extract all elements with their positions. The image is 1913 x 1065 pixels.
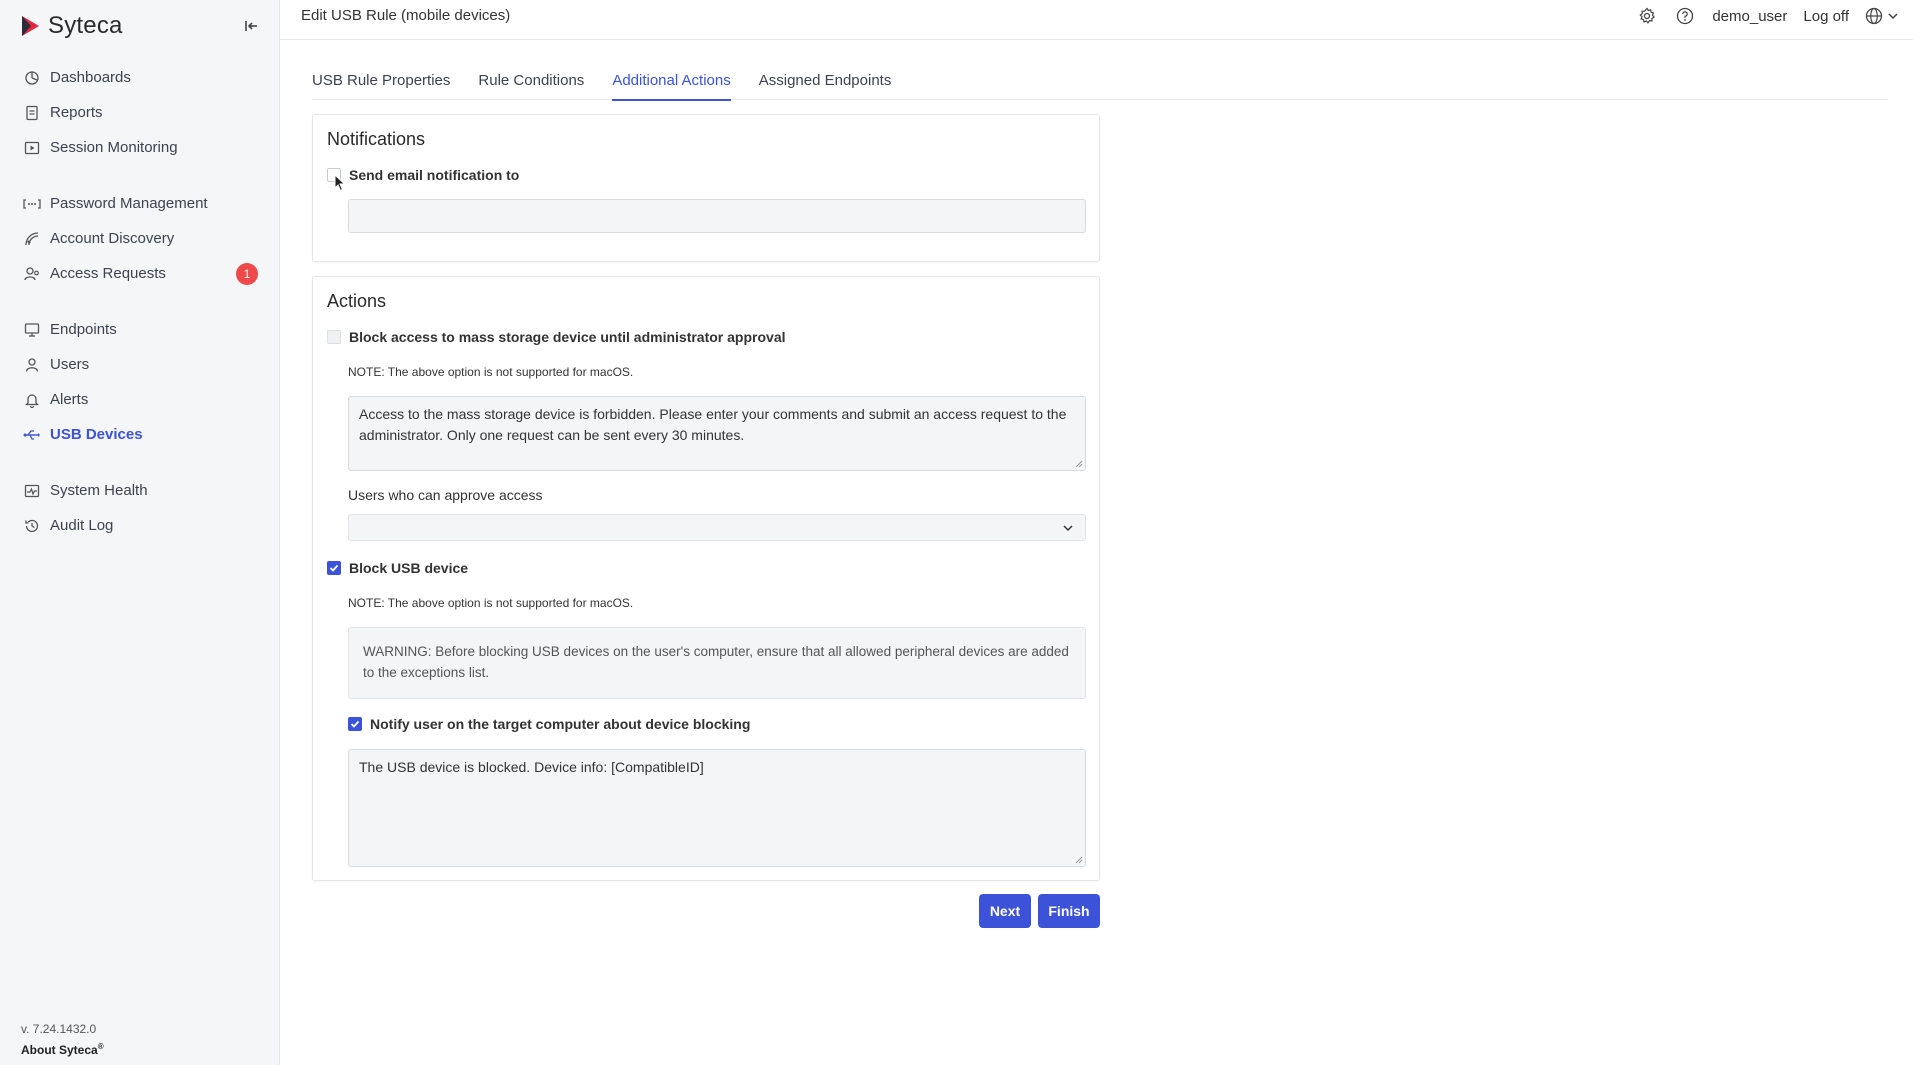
document-icon — [22, 103, 42, 123]
registered-mark: ® — [97, 1042, 104, 1051]
notify-message-text: The USB device is blocked. Device info: … — [359, 759, 704, 775]
block-usb-option[interactable]: Block USB device — [327, 560, 468, 576]
checkmark-icon — [329, 564, 339, 572]
bell-icon — [22, 390, 42, 410]
usb-icon — [22, 425, 42, 445]
tab-assigned-endpoints[interactable]: Assigned Endpoints — [745, 62, 906, 100]
send-email-label: Send email notification to — [349, 167, 520, 183]
sidebar-item-label: Endpoints — [50, 321, 117, 338]
brand-logo[interactable]: Syteca — [20, 12, 123, 40]
checkmark-icon — [350, 720, 360, 728]
about-link[interactable]: About Syteca® — [21, 1042, 104, 1057]
actions-card: Actions Block access to mass storage dev… — [312, 276, 1100, 881]
actions-title: Actions — [327, 291, 387, 311]
macos-note: NOTE: The above option is not supported … — [348, 596, 634, 610]
app-version: v. 7.24.1432.0 — [21, 1022, 97, 1036]
chevron-down-icon — [1063, 525, 1073, 532]
block-message-textarea[interactable]: Access to the mass storage device is for… — [348, 396, 1086, 471]
sidebar-item-usb-devices[interactable]: USB Devices — [0, 417, 280, 452]
tab-additional-actions[interactable]: Additional Actions — [598, 62, 744, 101]
help-icon[interactable] — [1674, 5, 1696, 27]
play-icon — [22, 138, 42, 158]
sidebar-item-label: System Health — [50, 482, 148, 499]
collapse-left-icon — [245, 21, 257, 31]
collapse-sidebar-button[interactable] — [240, 16, 262, 36]
nav-divider — [0, 165, 280, 186]
health-icon — [22, 481, 42, 501]
sidebar-item-label: Password Management — [50, 195, 208, 212]
access-requests-badge: 1 — [236, 263, 258, 285]
notify-user-option[interactable]: Notify user on the target computer about… — [348, 716, 750, 732]
sidebar-item-system-health[interactable]: System Health — [0, 473, 280, 508]
sidebar-item-label: Account Discovery — [50, 230, 175, 247]
sidebar-item-account-discovery[interactable]: Account Discovery — [0, 221, 280, 256]
user-key-icon — [22, 264, 42, 284]
notifications-title: Notifications — [327, 129, 426, 149]
logoff-link[interactable]: Log off — [1803, 8, 1849, 25]
sidebar-item-label: Session Monitoring — [50, 139, 178, 156]
history-icon — [22, 516, 42, 536]
macos-note: NOTE: The above option is not supported … — [348, 365, 634, 379]
brand-name: Syteca — [48, 12, 123, 39]
sidebar-nav: Dashboards Reports Session Monitoring Pa… — [0, 60, 280, 543]
sidebar-item-users[interactable]: Users — [0, 347, 280, 382]
usb-warning-box: WARNING: Before blocking USB devices on … — [348, 627, 1086, 699]
tab-rule-conditions[interactable]: Rule Conditions — [464, 62, 598, 100]
sidebar-item-audit-log[interactable]: Audit Log — [0, 508, 280, 543]
block-access-label: Block access to mass storage device unti… — [349, 329, 786, 345]
sidebar-item-label: Access Requests — [50, 265, 166, 282]
sidebar-item-label: Users — [50, 356, 90, 373]
sidebar-item-session-monitoring[interactable]: Session Monitoring — [0, 130, 280, 165]
sidebar-item-label: Audit Log — [50, 517, 114, 534]
sidebar-item-alerts[interactable]: Alerts — [0, 382, 280, 417]
tab-usb-rule-properties[interactable]: USB Rule Properties — [298, 62, 464, 100]
finish-button[interactable]: Finish — [1038, 894, 1100, 928]
sidebar-item-label: USB Devices — [50, 426, 143, 443]
sidebar-item-dashboards[interactable]: Dashboards — [0, 60, 280, 95]
syteca-logo-icon — [22, 16, 39, 36]
nav-divider — [0, 291, 280, 312]
approvers-label: Users who can approve access — [348, 487, 543, 503]
notify-message-textarea[interactable]: The USB device is blocked. Device info: … — [348, 749, 1086, 867]
block-usb-checkbox[interactable] — [327, 561, 341, 575]
email-recipients-input[interactable] — [348, 199, 1086, 233]
block-access-option[interactable]: Block access to mass storage device unti… — [327, 329, 786, 345]
user-icon — [22, 355, 42, 375]
sidebar-item-label: Alerts — [50, 391, 89, 408]
language-selector[interactable] — [1865, 7, 1899, 25]
dashboard-icon — [22, 68, 42, 88]
sidebar-item-access-requests[interactable]: Access Requests 1 — [0, 256, 280, 291]
password-dots-icon — [22, 194, 42, 214]
sidebar-item-label: Reports — [50, 104, 103, 121]
sidebar-item-label: Dashboards — [50, 69, 131, 86]
resize-handle-icon[interactable] — [1075, 856, 1083, 864]
monitor-icon — [22, 320, 42, 340]
mouse-cursor-icon — [334, 174, 346, 192]
sidebar: Syteca Dashboards Reports Session Monito… — [0, 0, 280, 1065]
page-title: Edit USB Rule (mobile devices) — [301, 7, 511, 24]
rule-tabs: USB Rule Properties Rule Conditions Addi… — [312, 62, 1888, 101]
radar-icon — [22, 229, 42, 249]
notify-user-checkbox[interactable] — [348, 717, 362, 731]
chevron-down-icon — [1888, 13, 1898, 20]
nav-divider — [0, 452, 280, 473]
notifications-card: Notifications Send email notification to — [312, 114, 1100, 262]
header-actions: demo_user Log off — [1636, 5, 1899, 27]
sidebar-item-reports[interactable]: Reports — [0, 95, 280, 130]
block-usb-label: Block USB device — [349, 560, 469, 576]
top-header: Edit USB Rule (mobile devices) demo_user… — [280, 0, 1913, 40]
next-button[interactable]: Next — [979, 894, 1031, 928]
block-message-text: Access to the mass storage device is for… — [359, 406, 1067, 443]
current-user[interactable]: demo_user — [1712, 8, 1787, 25]
sidebar-item-endpoints[interactable]: Endpoints — [0, 312, 280, 347]
resize-handle-icon[interactable] — [1075, 460, 1083, 468]
notify-user-label: Notify user on the target computer about… — [370, 716, 751, 732]
sidebar-item-password-management[interactable]: Password Management — [0, 186, 280, 221]
send-email-option[interactable]: Send email notification to — [327, 167, 519, 183]
block-access-checkbox[interactable] — [327, 330, 341, 344]
settings-gear-icon[interactable] — [1636, 5, 1658, 27]
globe-icon — [1865, 7, 1883, 25]
approvers-select[interactable] — [348, 514, 1086, 541]
about-link-label: About Syteca — [21, 1043, 98, 1057]
